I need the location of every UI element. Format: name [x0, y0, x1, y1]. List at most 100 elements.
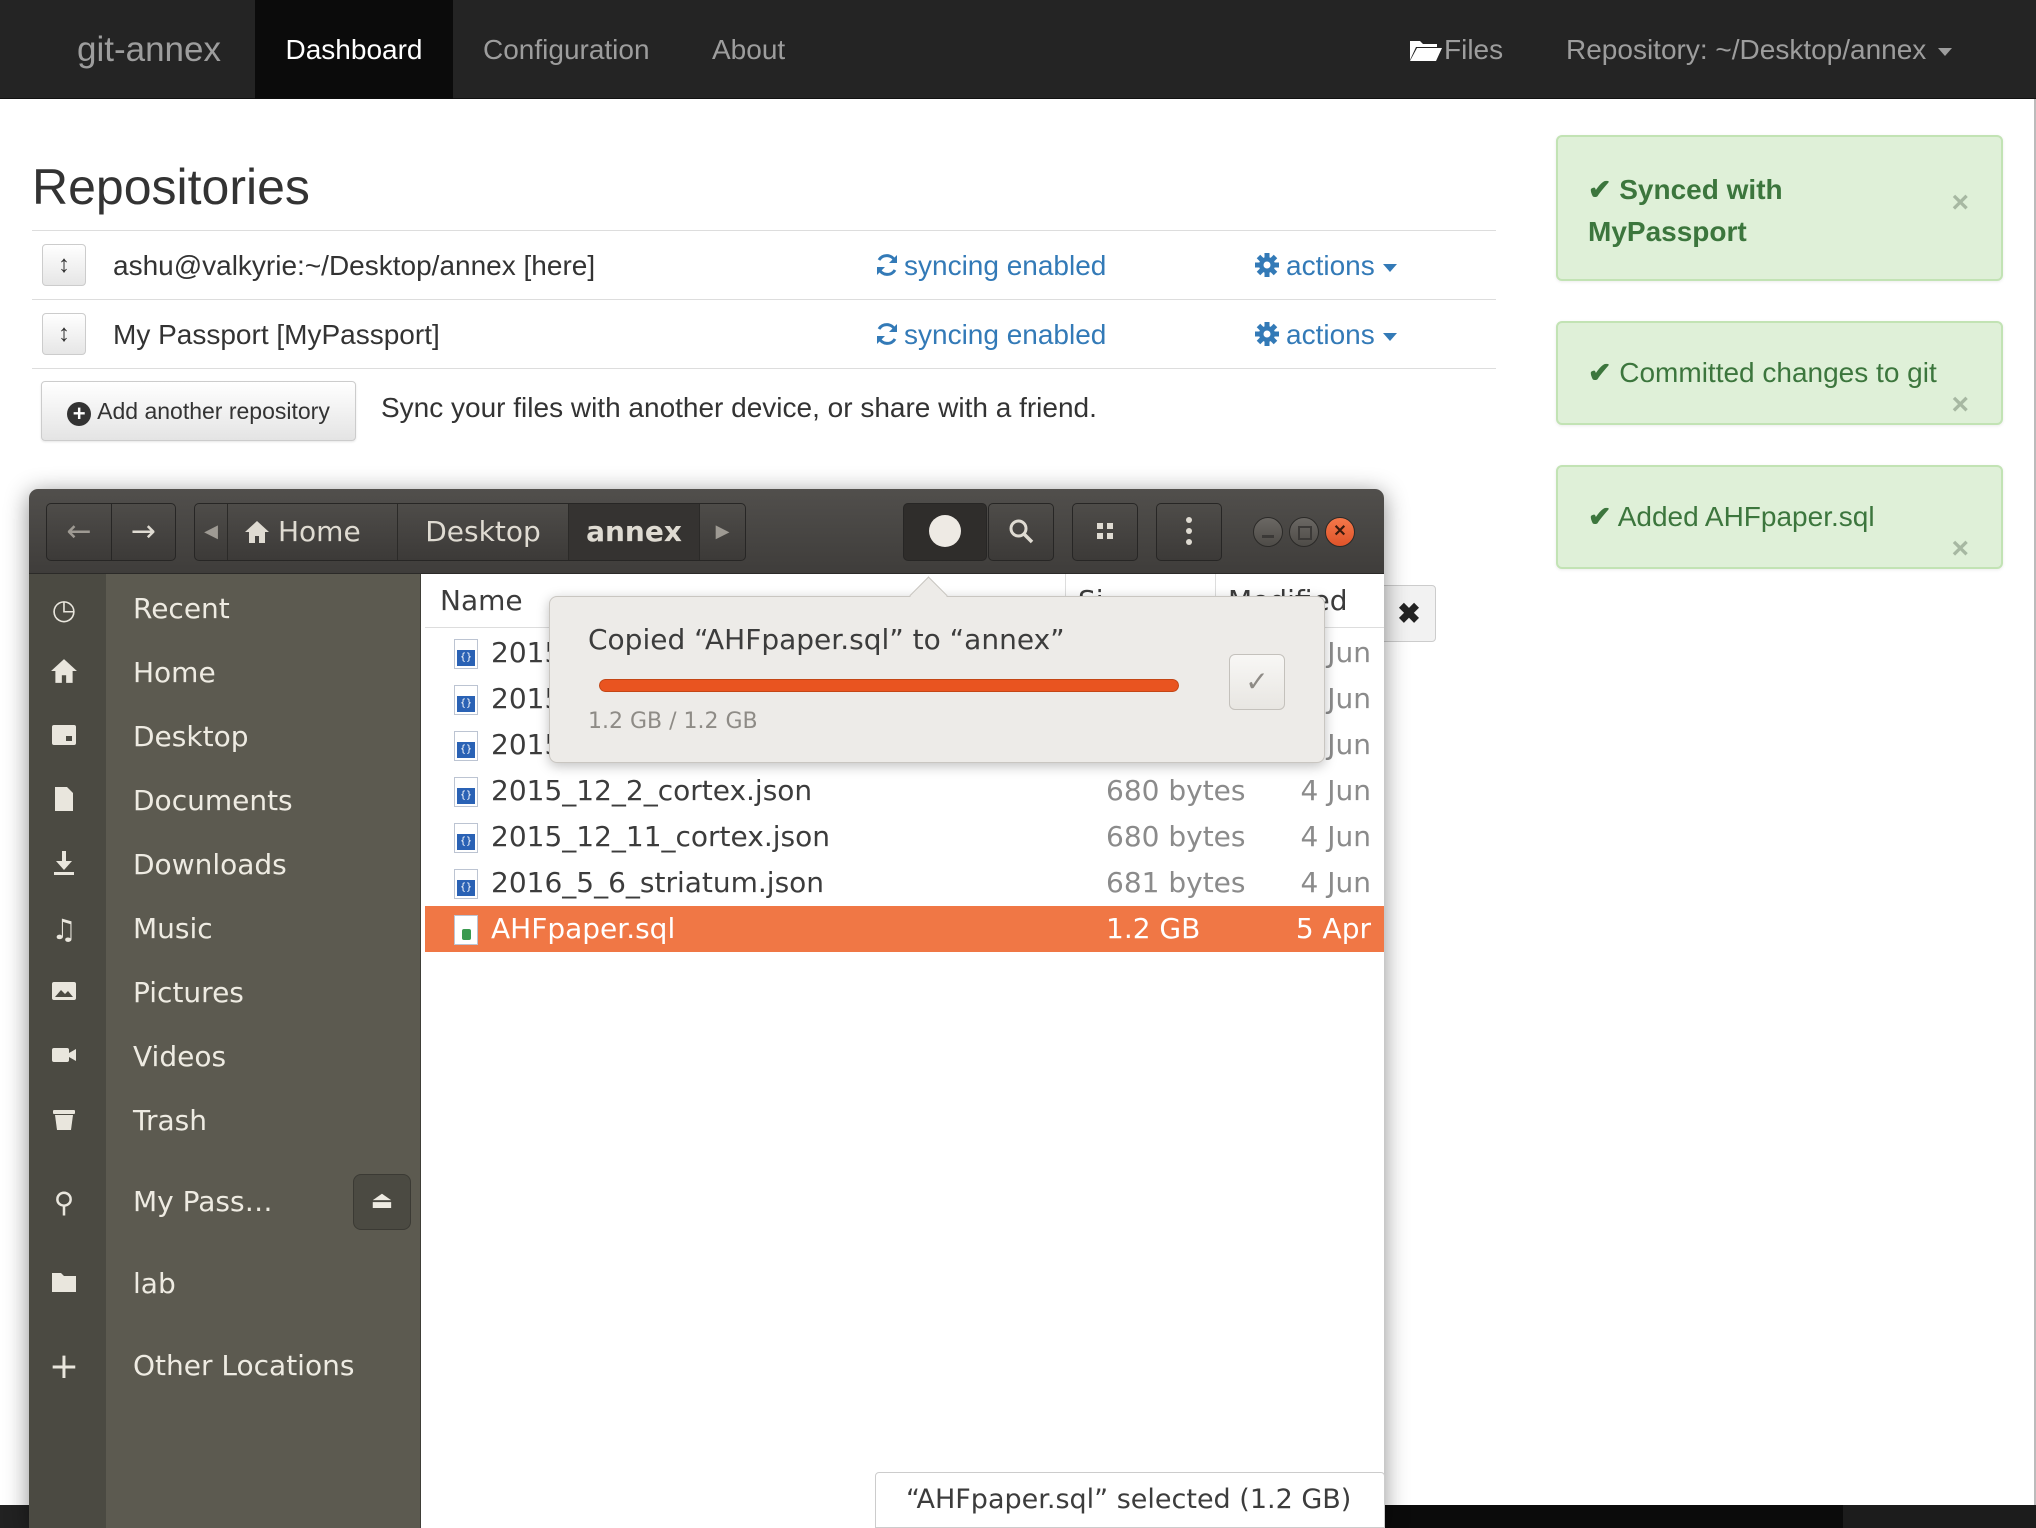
close-button[interactable]: ✖	[1382, 585, 1436, 642]
gear-icon	[1255, 253, 1279, 277]
actions-dropdown[interactable]: actions	[1254, 300, 1397, 369]
background-strip	[0, 1505, 30, 1528]
breadcrumb-scroll-right[interactable]: ▶	[700, 504, 745, 560]
alert-added: ✔ Added AHFpaper.sql ×	[1556, 465, 2003, 569]
caret-down-icon	[1382, 332, 1397, 341]
actions-label: actions	[1286, 319, 1375, 350]
sidebar-item-pictures[interactable]: Pictures	[29, 965, 421, 1021]
video-camera-icon	[47, 1041, 81, 1075]
grid-icon	[1097, 522, 1113, 539]
file-row-selected[interactable]: AHFpaper.sql 1.2 GB 5 Apr	[425, 906, 1384, 952]
sidebar-item-label: Home	[133, 656, 216, 689]
json-file-icon	[454, 823, 478, 853]
breadcrumb-scroll-left[interactable]: ◀	[195, 504, 228, 560]
gear-icon	[1255, 322, 1279, 346]
close-icon[interactable]: ×	[1951, 182, 1969, 224]
download-icon	[47, 849, 81, 883]
file-name: 2016_5_6_striatum.json	[491, 866, 825, 899]
minimize-button[interactable]	[1253, 517, 1283, 547]
close-icon[interactable]: ×	[1951, 499, 1969, 599]
breadcrumb: ◀ Home Desktop annex ▶	[194, 503, 746, 561]
file-name: 2015_12_11_cortex.json	[491, 820, 830, 853]
sync-icon	[877, 254, 897, 276]
forward-button[interactable]: →	[111, 503, 176, 561]
operation-title: Copied “AHFpaper.sql” to “annex”	[588, 623, 1065, 656]
json-file-icon	[454, 685, 478, 715]
sidebar-item-home[interactable]: Home	[29, 645, 421, 701]
places-sidebar: ◷ Recent Home Desktop Documents Download…	[29, 574, 421, 1528]
taskbar	[1843, 1505, 2036, 1528]
tab-dashboard[interactable]: Dashboard	[255, 0, 453, 99]
sidebar-item-trash[interactable]: Trash	[29, 1093, 421, 1149]
file-row[interactable]: 2016_5_6_striatum.json 681 bytes 4 Jun	[425, 860, 1384, 906]
sync-status-label: syncing enabled	[904, 250, 1107, 281]
alert-text: Added AHFpaper.sql	[1617, 501, 1875, 532]
json-file-icon	[454, 777, 478, 807]
sidebar-item-videos[interactable]: Videos	[29, 1029, 421, 1085]
add-repository-button[interactable]: + Add another repository	[41, 381, 356, 441]
sidebar-item-other-locations[interactable]: + Other Locations	[29, 1338, 421, 1394]
repository-table: ↕ ashu@valkyrie:~/Desktop/annex [here] s…	[32, 230, 1496, 369]
drag-handle-icon[interactable]: ↕	[42, 244, 86, 286]
back-button[interactable]: ←	[46, 503, 112, 561]
brand[interactable]: git-annex	[77, 0, 221, 99]
repository-label: Repository: ~/Desktop/annex	[1566, 34, 1927, 65]
drag-handle-icon[interactable]: ↕	[42, 313, 86, 355]
search-button[interactable]	[988, 503, 1054, 561]
close-icon[interactable]: ×	[1951, 355, 1969, 455]
plus-circle-icon: +	[67, 402, 92, 426]
navbar: git-annex Dashboard Configuration About …	[0, 0, 2036, 99]
music-icon: ♫	[51, 913, 77, 946]
sidebar-item-label: Documents	[133, 784, 293, 817]
page-title: Repositories	[32, 159, 310, 215]
progress-pie-icon	[929, 514, 961, 547]
home-icon	[47, 657, 81, 691]
actions-label: actions	[1286, 250, 1375, 281]
file-size: 680 bytes	[1106, 774, 1246, 807]
home-icon	[245, 521, 269, 543]
maximize-button[interactable]	[1289, 517, 1319, 547]
file-row[interactable]: 2015_12_11_cortex.json 680 bytes 4 Jun	[425, 814, 1384, 860]
checkmark-icon[interactable]: ✓	[1229, 654, 1285, 710]
sync-status-link[interactable]: syncing enabled	[874, 231, 1106, 300]
sidebar-item-music[interactable]: ♫ Music	[29, 901, 421, 957]
sidebar-item-recent[interactable]: ◷ Recent	[29, 581, 421, 637]
sidebar-item-documents[interactable]: Documents	[29, 773, 421, 829]
column-name[interactable]: Name	[440, 574, 523, 628]
operations-button[interactable]	[903, 503, 987, 561]
repository-row: ↕ My Passport [MyPassport] syncing enabl…	[32, 300, 1496, 369]
close-window-button[interactable]	[1325, 517, 1355, 547]
search-icon	[1009, 519, 1034, 543]
sync-status-link[interactable]: syncing enabled	[874, 300, 1106, 369]
sidebar-item-downloads[interactable]: Downloads	[29, 837, 421, 893]
view-toggle-button[interactable]	[1072, 503, 1138, 561]
file-date: Jun	[1327, 728, 1371, 761]
breadcrumb-desktop[interactable]: Desktop	[398, 504, 569, 560]
operation-size: 1.2 GB / 1.2 GB	[588, 709, 758, 734]
sidebar-item-lab[interactable]: lab	[29, 1256, 421, 1312]
sidebar-item-mypassport[interactable]: ⚲ My Pass… ⏏	[29, 1174, 421, 1230]
file-size: 681 bytes	[1106, 866, 1246, 899]
repository-dropdown[interactable]: Repository: ~/Desktop/annex	[1566, 0, 1953, 99]
breadcrumb-annex[interactable]: annex	[569, 504, 700, 560]
menu-button[interactable]	[1156, 503, 1222, 561]
alert-text: MyPassport	[1588, 216, 1747, 247]
plus-icon: +	[48, 1346, 80, 1387]
sidebar-item-label: Downloads	[133, 848, 287, 881]
sidebar-item-label: Music	[133, 912, 213, 945]
eject-icon[interactable]: ⏏	[353, 1174, 411, 1230]
sidebar-item-label: Pictures	[133, 976, 244, 1009]
file-name: 2015_12_2_cortex.json	[491, 774, 813, 807]
files-label: Files	[1444, 34, 1504, 65]
file-operations-popover: Copied “AHFpaper.sql” to “annex” 1.2 GB …	[549, 596, 1325, 763]
file-row[interactable]: 2015_12_2_cortex.json 680 bytes 4 Jun	[425, 768, 1384, 814]
repository-name: ashu@valkyrie:~/Desktop/annex [here]	[113, 250, 596, 281]
files-link[interactable]: Files	[1409, 0, 1503, 99]
file-date: 4 Jun	[1300, 866, 1371, 899]
sidebar-item-desktop[interactable]: Desktop	[29, 709, 421, 765]
tab-about[interactable]: About	[712, 0, 785, 99]
actions-dropdown[interactable]: actions	[1254, 231, 1397, 300]
tab-configuration[interactable]: Configuration	[483, 0, 650, 99]
breadcrumb-home[interactable]: Home	[228, 504, 398, 560]
trash-icon	[47, 1105, 81, 1139]
